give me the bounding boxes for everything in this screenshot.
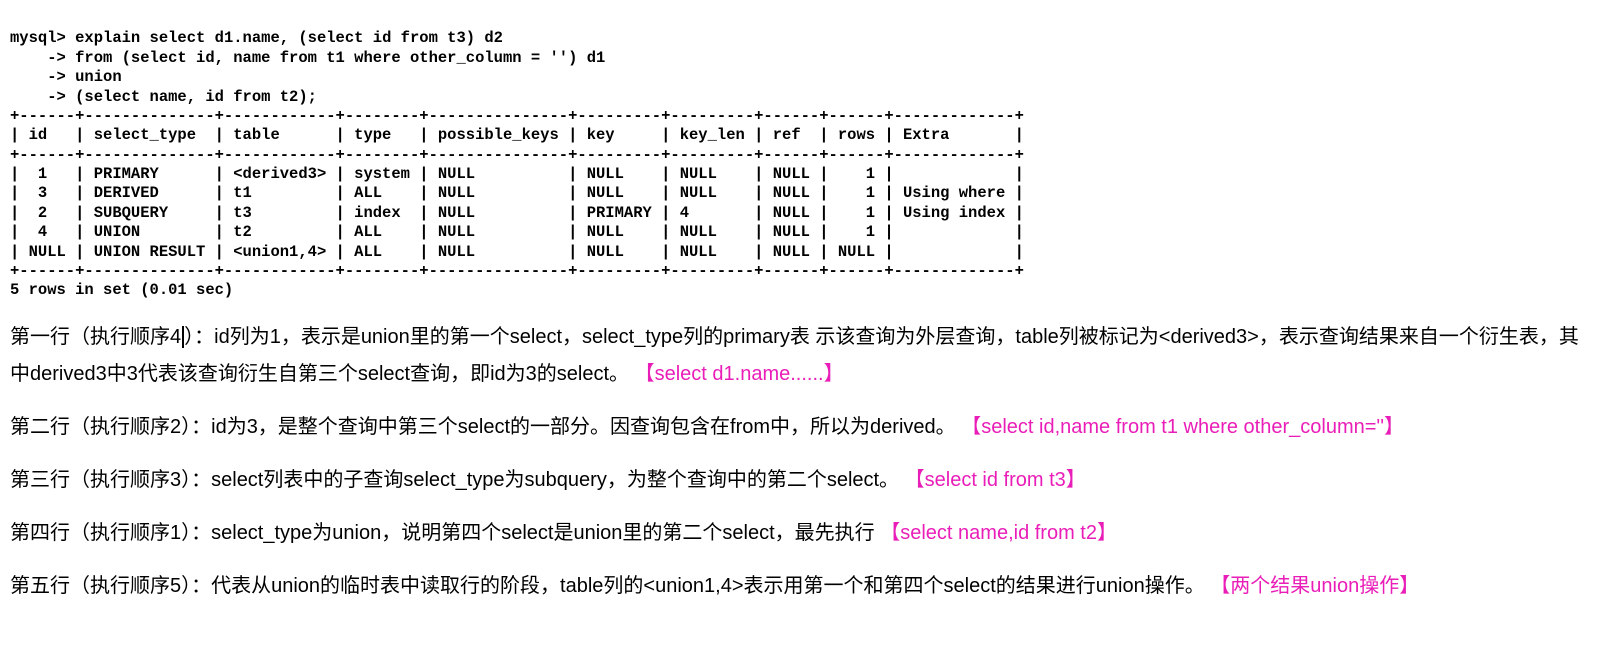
- highlight-sql: 【select id from t3】: [905, 469, 1086, 491]
- highlight-sql: 【select id,name from t1 where other_colu…: [961, 416, 1404, 438]
- text: 第四行（执行顺序1）：select_type为union，说明第四个select…: [10, 522, 875, 544]
- explain-row-1: 第一行（执行顺序4）：id列为1，表示是union里的第一个select，sel…: [10, 319, 1597, 393]
- sql-line: explain select d1.name, (select id from …: [66, 29, 503, 47]
- table-border: +------+--------------+------------+----…: [10, 146, 1024, 164]
- explain-row-4: 第四行（执行顺序1）：select_type为union，说明第四个select…: [10, 515, 1597, 552]
- text: 第二行（执行顺序2）：id为3，是整个查询中第三个select的一部分。因查询包…: [10, 416, 956, 438]
- text: 第一行（执行顺序4: [10, 326, 181, 348]
- sql-cont: ->: [10, 88, 66, 106]
- explain-row-3: 第三行（执行顺序3）：select列表中的子查询select_type为subq…: [10, 462, 1597, 499]
- text: 第五行（执行顺序5）：代表从union的临时表中读取行的阶段，table列的<u…: [10, 575, 1205, 597]
- highlight-sql: 【select d1.name......】: [635, 363, 844, 385]
- table-row: | 1 | PRIMARY | <derived3> | system | NU…: [10, 165, 1024, 183]
- table-border: +------+--------------+------------+----…: [10, 262, 1024, 280]
- explain-row-5: 第五行（执行顺序5）：代表从union的临时表中读取行的阶段，table列的<u…: [10, 568, 1597, 605]
- table-row: | NULL | UNION RESULT | <union1,4> | ALL…: [10, 243, 1024, 261]
- sql-prompt: mysql>: [10, 29, 66, 47]
- highlight-sql: 【两个结果union操作】: [1210, 575, 1419, 597]
- table-header: | id | select_type | table | type | poss…: [10, 126, 1024, 144]
- sql-cont: ->: [10, 68, 66, 86]
- table-row: | 3 | DERIVED | t1 | ALL | NULL | NULL |…: [10, 184, 1024, 202]
- sql-line: (select name, id from t2);: [66, 88, 317, 106]
- highlight-sql: 【select name,id from t2】: [880, 522, 1117, 544]
- explanation-block: 第一行（执行顺序4）：id列为1，表示是union里的第一个select，sel…: [10, 319, 1597, 605]
- sql-line: union: [66, 68, 122, 86]
- table-row: | 4 | UNION | t2 | ALL | NULL | NULL | N…: [10, 223, 1024, 241]
- result-footer: 5 rows in set (0.01 sec): [10, 281, 233, 299]
- sql-line: from (select id, name from t1 where othe…: [66, 49, 606, 67]
- table-border: +------+--------------+------------+----…: [10, 107, 1024, 125]
- terminal-output: mysql> explain select d1.name, (select i…: [10, 10, 1597, 301]
- text: 第三行（执行顺序3）：select列表中的子查询select_type为subq…: [10, 469, 899, 491]
- explain-row-2: 第二行（执行顺序2）：id为3，是整个查询中第三个select的一部分。因查询包…: [10, 409, 1597, 446]
- sql-cont: ->: [10, 49, 66, 67]
- table-row: | 2 | SUBQUERY | t3 | index | NULL | PRI…: [10, 204, 1024, 222]
